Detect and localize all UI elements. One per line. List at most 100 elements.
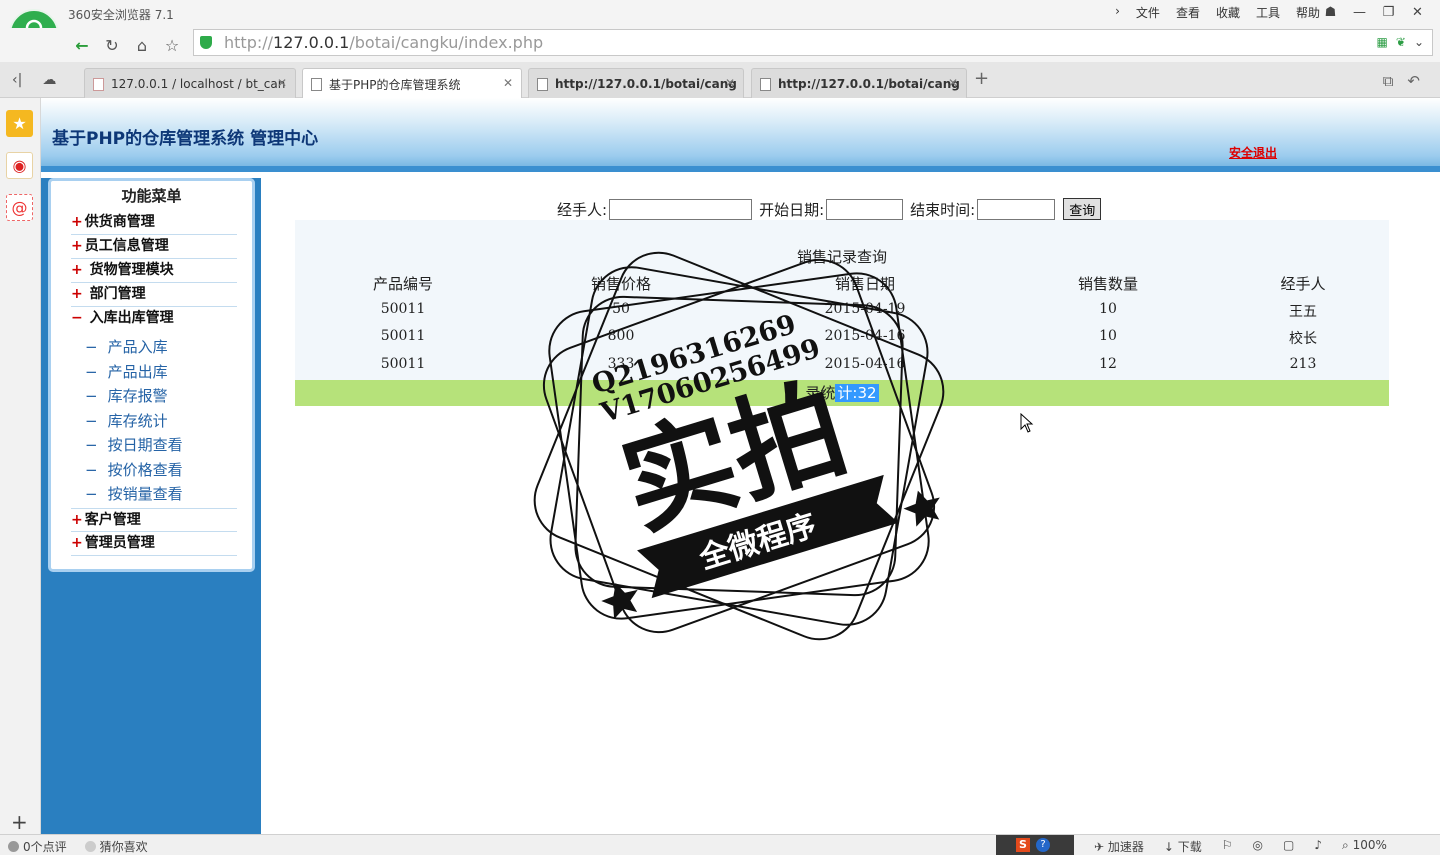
submenu-by-price[interactable]: − 按价格查看 — [85, 459, 183, 480]
menu-file[interactable]: 文件 — [1136, 4, 1160, 21]
chevron-down-icon[interactable]: ⌄ — [1414, 35, 1424, 49]
back-icon[interactable]: ← — [70, 34, 94, 56]
minimize-icon[interactable]: — — [1345, 2, 1374, 22]
ime-toolbar[interactable]: S ? — [996, 835, 1074, 855]
status-right: ✈ 加速器 ↓ 下载 ⚐ ◎ ▢ ♪ ⌕ 100% — [1094, 838, 1387, 855]
tab-close-icon[interactable]: ✕ — [503, 76, 513, 90]
help-icon[interactable]: ? — [1036, 838, 1050, 852]
zoom-control[interactable]: ⌕ 100% — [1342, 838, 1387, 855]
guess-like-status[interactable]: 猜你喜欢 — [84, 838, 148, 855]
menu-goods[interactable]: + 货物管理模块 — [71, 259, 237, 283]
start-date-input[interactable] — [826, 198, 904, 220]
tab-close-icon[interactable]: ✕ — [948, 76, 958, 90]
menu-supplier[interactable]: + 供货商管理 — [71, 211, 237, 235]
end-date-input[interactable] — [977, 198, 1056, 220]
address-tools: ▦ ❦ ⌄ — [1377, 35, 1424, 49]
window-controls: ☗ — ❐ ✕ — [1316, 2, 1432, 22]
submenu-by-sales[interactable]: − 按销量查看 — [85, 483, 183, 504]
nav-buttons: ← ↻ ⌂ ☆ — [70, 34, 184, 56]
menu-inout[interactable]: − 入库出库管理 — [71, 307, 237, 331]
menu-item-label: 货物管理模块 — [84, 262, 174, 278]
url-text[interactable]: http://127.0.0.1/botai/cangku/index.php — [224, 33, 543, 52]
cell-quantity: 10 — [1099, 328, 1117, 344]
menu-staff[interactable]: + 员工信息管理 — [71, 235, 237, 259]
restore-tabs-icon[interactable]: ⧉ — [1383, 72, 1394, 90]
cell-handler: 王五 — [1289, 304, 1317, 320]
refresh-icon[interactable]: ↻ — [100, 34, 124, 56]
weibo-icon[interactable]: ◉ — [6, 152, 33, 179]
window-icon[interactable]: ▢ — [1283, 838, 1294, 855]
new-tab-icon[interactable]: + — [974, 68, 989, 89]
cell-date: 2015-04-16 — [824, 356, 906, 372]
submenu-stock-alert[interactable]: − 库存报警 — [85, 385, 168, 406]
table-row: 50011 333 2015-04-16 12 213 — [295, 356, 1389, 372]
expand-icon: + — [71, 214, 83, 230]
submenu-stock-in[interactable]: − 产品入库 — [85, 336, 168, 357]
tab-close-icon[interactable]: ✕ — [277, 76, 287, 90]
download-button[interactable]: ↓ 下载 — [1164, 838, 1202, 855]
collapse-icon: − — [71, 310, 83, 326]
browser-sidebar: ★ ◉ @ + — [0, 98, 41, 834]
cell-price: 50 — [612, 301, 630, 317]
submenu-by-date[interactable]: − 按日期查看 — [85, 434, 183, 455]
flag-icon[interactable]: ⚐ — [1222, 838, 1233, 855]
status-bar: 0个点评 猜你喜欢 S ? ✈ 加速器 ↓ 下载 ⚐ ◎ ▢ ♪ ⌕ 100% — [0, 834, 1440, 855]
bookmark-star-icon[interactable]: ☆ — [160, 34, 184, 56]
tab-phpmyadmin[interactable]: 127.0.0.1 / localhost / bt_can ✕ — [84, 68, 296, 98]
menu-item-label: 部门管理 — [84, 286, 146, 302]
menu-view[interactable]: 查看 — [1176, 4, 1200, 21]
submenu-label: 库存报警 — [107, 387, 168, 405]
cloud-icon[interactable]: ☁ — [42, 72, 56, 88]
close-icon[interactable]: ✕ — [1403, 2, 1432, 22]
page-header: 基于PHP的仓库管理系统 管理中心 安全退出 — [41, 98, 1440, 172]
sound-icon[interactable]: ♪ — [1314, 838, 1322, 855]
menu-arrow-icon[interactable]: › — [1115, 4, 1120, 21]
menu-title: 功能菜单 — [121, 187, 182, 205]
download-label: 下载 — [1177, 840, 1202, 854]
status-left: 0个点评 猜你喜欢 — [8, 838, 148, 855]
comments-status[interactable]: 0个点评 — [8, 838, 67, 855]
tab-cangku-2[interactable]: http://127.0.0.1/botai/cang ✕ — [751, 68, 967, 98]
favorites-star-icon[interactable]: ★ — [6, 110, 33, 137]
sogou-ime-icon[interactable]: S — [1016, 838, 1030, 852]
submenu-stock-out[interactable]: − 产品出库 — [85, 361, 168, 382]
expand-icon: + — [71, 535, 83, 551]
menu-favorites[interactable]: 收藏 — [1216, 4, 1240, 21]
tab-list-icon[interactable]: ‹| — [12, 72, 22, 88]
table-header: 产品编号 销售价格 销售日期 销售数量 经手人 — [295, 273, 1389, 294]
accelerator-button[interactable]: ✈ 加速器 — [1094, 838, 1144, 855]
dash-icon: − — [85, 436, 98, 454]
qr-code-icon[interactable]: ▦ — [1377, 35, 1388, 49]
table-row: 50011 50 2015-04-19 10 王五 — [295, 301, 1389, 321]
handler-input[interactable] — [609, 198, 753, 220]
menu-customer[interactable]: + 客户管理 — [71, 508, 237, 532]
logout-link[interactable]: 安全退出 — [1229, 144, 1277, 161]
tab-left-tools: ‹| ☁ — [12, 72, 56, 88]
tab-close-icon[interactable]: ✕ — [725, 76, 735, 90]
compat-mode-icon[interactable]: ❦ — [1396, 35, 1406, 49]
submenu-label: 按价格查看 — [107, 461, 183, 479]
mouse-cursor-icon — [1020, 413, 1034, 433]
ie-mode-icon[interactable]: ◎ — [1253, 838, 1263, 855]
undo-close-icon[interactable]: ↶ — [1407, 72, 1420, 90]
submenu-stock-stats[interactable]: − 库存统计 — [85, 410, 168, 431]
mail-icon[interactable]: @ — [6, 194, 33, 221]
header-handler: 经手人 — [1280, 275, 1326, 293]
cell-date: 2015-04-16 — [824, 328, 906, 344]
tab-warehouse-system[interactable]: 基于PHP的仓库管理系统 ✕ — [302, 68, 522, 99]
menu-tools[interactable]: 工具 — [1256, 4, 1280, 21]
address-bar[interactable]: http://127.0.0.1/botai/cangku/index.php … — [193, 29, 1433, 56]
menu-department[interactable]: + 部门管理 — [71, 283, 237, 307]
cell-quantity: 12 — [1099, 356, 1117, 372]
add-sidebar-icon[interactable]: + — [11, 810, 28, 834]
menu-admin[interactable]: + 管理员管理 — [71, 532, 237, 556]
skin-icon[interactable]: ☗ — [1316, 2, 1345, 22]
tab-cangku-1[interactable]: http://127.0.0.1/botai/cang ✕ — [528, 68, 744, 98]
home-icon[interactable]: ⌂ — [130, 34, 154, 56]
record-total-value: 计:32 — [835, 384, 879, 402]
maximize-icon[interactable]: ❐ — [1374, 2, 1403, 22]
query-button[interactable]: 查询 — [1063, 198, 1102, 220]
tab-right-tools: ⧉ ↶ — [1383, 72, 1420, 90]
header-quantity: 销售数量 — [1077, 275, 1138, 293]
expand-icon: + — [71, 262, 83, 278]
